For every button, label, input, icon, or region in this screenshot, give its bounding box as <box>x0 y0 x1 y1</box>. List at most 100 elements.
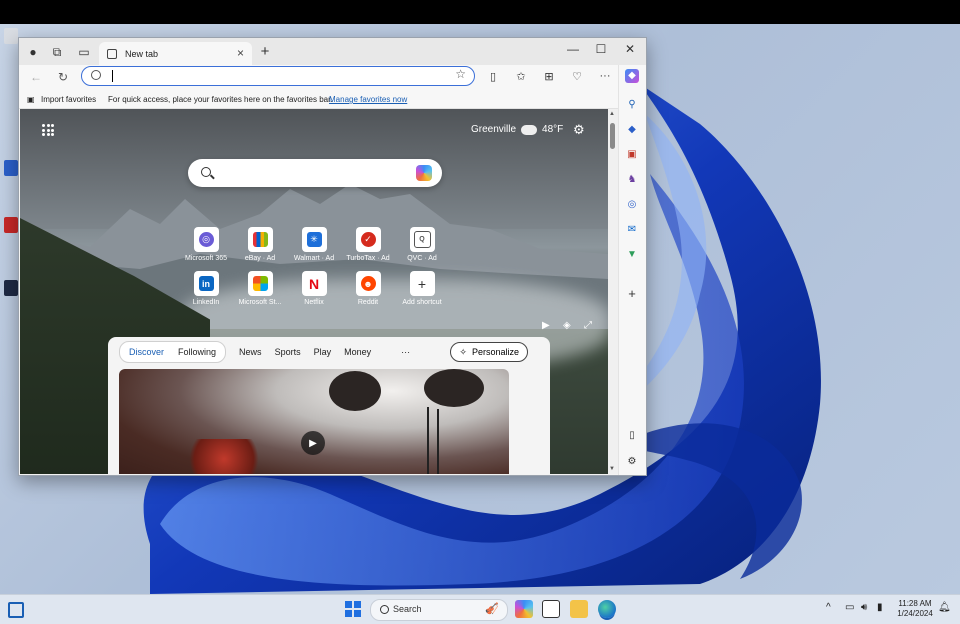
add-sidebar-app-icon[interactable]: + <box>625 287 639 301</box>
favorites-icon[interactable]: ✩ <box>513 70 529 86</box>
tab-money[interactable]: Money <box>344 347 371 357</box>
shortcut-microsoft-store[interactable]: Microsoft St... <box>233 271 287 306</box>
shortcut-label: Add shortcut <box>402 299 442 306</box>
task-view-icon[interactable] <box>542 600 560 618</box>
shopping-icon[interactable]: ◆ <box>625 123 639 137</box>
page-settings-icon[interactable]: ⚙ <box>573 122 585 138</box>
browser-essentials-icon[interactable]: ♡ <box>569 70 585 86</box>
more-tabs-button[interactable]: ··· <box>401 347 410 357</box>
scroll-up-icon[interactable]: ▲ <box>609 111 615 117</box>
plus-icon: + <box>414 276 430 292</box>
copilot-icon[interactable] <box>416 165 432 181</box>
weather-city: Greenville <box>471 124 517 135</box>
weather-widget[interactable]: Greenville 48°F <box>471 120 564 135</box>
manage-favorites-link[interactable]: Manage favorites now <box>329 95 407 104</box>
shortcut-add[interactable]: + Add shortcut <box>395 271 449 306</box>
expand-icon[interactable]: ⤢ <box>584 320 592 331</box>
shortcut-label: LinkedIn <box>192 299 220 306</box>
outlook-icon[interactable]: ✉ <box>625 223 639 237</box>
maximize-button[interactable]: ☐ <box>589 42 613 56</box>
split-screen-icon[interactable]: ▯ <box>485 70 501 86</box>
video-play-icon[interactable]: ▶ <box>301 431 325 455</box>
shortcut-netflix[interactable]: N Netflix <box>287 271 341 306</box>
sidebar-settings-icon[interactable]: ⚙ <box>625 455 639 469</box>
taskbar-search[interactable]: Search 🎻 <box>370 599 508 621</box>
new-tab-button[interactable]: + <box>257 43 273 60</box>
search-icon <box>91 70 101 80</box>
games-icon[interactable]: ♞ <box>625 173 639 187</box>
workspaces-icon[interactable]: ⧉ <box>47 43 67 61</box>
tab-actions-icon[interactable]: ▭ <box>74 43 94 61</box>
import-favorites-icon[interactable]: ▣ <box>27 95 35 104</box>
profile-icon[interactable]: ● <box>23 43 43 61</box>
shortcut-label: Walmart · Ad <box>293 255 335 262</box>
clock-time: 11:28 AM <box>898 599 932 608</box>
start-button[interactable] <box>345 601 361 617</box>
feed-video-card[interactable]: ▶ <box>119 369 509 474</box>
page-scrollbar[interactable]: ▲ ▼ <box>608 109 618 474</box>
address-bar[interactable]: ☆ <box>81 66 475 86</box>
shortcut-label: Reddit <box>357 299 379 306</box>
linkedin-icon: in <box>198 276 214 291</box>
toolbar: ← ↻ ☆ ▯ ✩ ⊞ ♡ ··· <box>19 65 646 91</box>
tab-play[interactable]: Play <box>314 347 332 357</box>
favorite-star-icon[interactable]: ☆ <box>455 67 466 81</box>
tools-icon[interactable]: ▣ <box>625 148 639 162</box>
collections-icon[interactable]: ⊞ <box>541 70 557 86</box>
shortcut-label: Microsoft St... <box>238 299 282 306</box>
search-icon <box>201 167 211 177</box>
tab-following[interactable]: Following <box>171 347 223 357</box>
scroll-down-icon[interactable]: ▼ <box>609 466 615 472</box>
network-icon[interactable]: ▭ <box>845 602 854 613</box>
shortcut-linkedin[interactable]: in LinkedIn <box>179 271 233 306</box>
minimize-button[interactable]: — <box>561 42 585 56</box>
copilot-taskbar-icon[interactable] <box>515 600 533 618</box>
shortcut-microsoft-365[interactable]: ◎ Microsoft 365 <box>179 227 233 262</box>
file-explorer-icon[interactable] <box>570 600 588 618</box>
scroll-thumb[interactable] <box>610 123 615 149</box>
close-window-button[interactable]: ✕ <box>618 42 642 56</box>
copilot-icon[interactable]: ◆ <box>625 69 639 83</box>
battery-icon[interactable]: ▮ <box>877 602 883 613</box>
widgets-icon[interactable] <box>8 602 24 618</box>
shortcut-ebay[interactable]: eBay · Ad <box>233 227 287 262</box>
import-favorites-link[interactable]: Import favorites <box>41 95 96 104</box>
taskbar: Search 🎻 ^ ▭ 🔊︎ ▮ 11:28 AM 1/24/2024 🔔︎ <box>0 594 960 624</box>
clock[interactable]: 11:28 AM 1/24/2024 <box>890 599 940 619</box>
tab-sports[interactable]: Sports <box>275 347 301 357</box>
new-tab-page: Greenville 48°F ⚙ ◎ Microsoft 365 eBay ·… <box>20 109 608 474</box>
personalize-button[interactable]: ✧ Personalize <box>450 342 528 362</box>
shortcut-label: Microsoft 365 <box>184 255 228 262</box>
notifications-icon[interactable]: 🔔︎ <box>938 602 951 613</box>
weather-temp: 48°F <box>542 124 564 135</box>
refresh-button[interactable]: ↻ <box>54 70 72 86</box>
shortcut-turbotax[interactable]: ✓ TurboTax · Ad <box>341 227 395 262</box>
close-tab-icon[interactable]: × <box>237 46 244 60</box>
background-info-icon[interactable]: ◈ <box>563 320 571 331</box>
taskbar-search-label: Search <box>393 604 422 614</box>
text-caret <box>112 70 113 82</box>
edge-sidebar: ◆ ⚲ ◆ ▣ ♞ ◎ ✉ ▼ + ▯ ⚙ <box>618 65 646 475</box>
personalize-icon: ✧ <box>459 346 467 357</box>
ebay-icon <box>252 232 268 247</box>
volume-icon[interactable]: 🔊︎ <box>861 602 867 613</box>
hide-sidebar-icon[interactable]: ▯ <box>625 429 639 443</box>
shortcut-qvc[interactable]: Q QVC · Ad <box>395 227 449 262</box>
search-icon <box>380 605 389 614</box>
play-background-icon[interactable]: ▶ <box>542 320 550 331</box>
settings-more-icon[interactable]: ··· <box>597 70 613 86</box>
show-hidden-icons[interactable]: ^ <box>826 602 831 613</box>
tab-discover[interactable]: Discover <box>122 347 171 357</box>
shortcut-reddit[interactable]: ☻ Reddit <box>341 271 395 306</box>
page-search-box[interactable] <box>188 159 442 187</box>
drop-icon[interactable]: ▼ <box>625 248 639 262</box>
apps-launcher-icon[interactable] <box>42 124 54 136</box>
search-highlight-icon: 🎻 <box>485 603 499 615</box>
back-button[interactable]: ← <box>27 70 45 86</box>
tab-news[interactable]: News <box>239 347 262 357</box>
edge-taskbar-icon[interactable] <box>598 600 616 618</box>
tab-new-tab[interactable]: New tab × <box>99 42 252 65</box>
microsoft365-icon[interactable]: ◎ <box>625 198 639 212</box>
search-icon[interactable]: ⚲ <box>625 98 639 112</box>
shortcut-walmart[interactable]: ✳ Walmart · Ad <box>287 227 341 262</box>
